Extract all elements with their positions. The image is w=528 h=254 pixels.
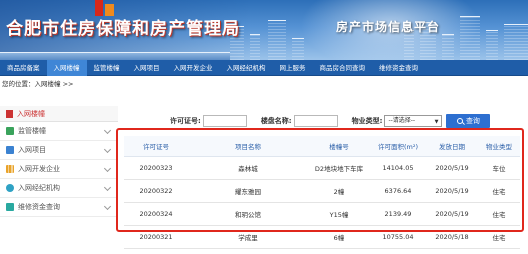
permit-label: 许可证号: [170, 117, 201, 125]
permit-input[interactable] [202, 115, 247, 127]
sidebar-item-developers[interactable]: 入网开发企业 [0, 160, 118, 179]
table-header-row: 许可证号 项目名称 楼幢号 许可面积(m²) 发放日期 物业类型 [124, 136, 520, 157]
column-header: 项目名称 [188, 136, 308, 157]
table-row[interactable]: 20200323 森林城 D2地块地下车库 14104.05 2020/5/19… [124, 156, 520, 180]
search-button-label: 查询 [465, 117, 480, 125]
permit-area-cell: 10755.04 [370, 225, 426, 249]
nav-item-developers[interactable]: 入网开发企业 [167, 60, 220, 76]
sidebar-item-label: 监管楼幢 [18, 127, 46, 135]
property-type-select[interactable]: --请选择-- ▼ [384, 115, 443, 127]
property-type-label: 物业类型: [351, 117, 383, 125]
sidebar-header[interactable]: 入网楼幢 [0, 106, 118, 122]
nav-item-maintenance-fund[interactable]: 维修资金查询 [372, 60, 425, 76]
property-type-selected: --请选择-- [388, 117, 416, 124]
chevron-down-icon [103, 126, 112, 135]
banner-subtitle: 房产市场信息平台 [336, 20, 441, 34]
agency-icon [6, 184, 14, 192]
table-row[interactable]: 20200322 耀东雅园 2幢 6376.64 2020/5/19 住宅 [124, 179, 520, 203]
project-name-cell[interactable]: 森林城 [188, 156, 308, 180]
sidebar: 入网楼幢 监管楼幢 入网项目 入网开发企业 入网经纪机构 维修资金查询 [0, 106, 118, 217]
column-header: 发放日期 [426, 136, 478, 157]
dropdown-arrow-icon: ▼ [434, 119, 439, 125]
issue-date-cell: 2020/5/19 [426, 179, 478, 203]
sidebar-item-supervised[interactable]: 监管楼幢 [0, 122, 118, 141]
issue-date-cell: 2020/5/19 [426, 202, 478, 226]
building-icon [6, 127, 14, 135]
sidebar-item-label: 维修资金查询 [18, 203, 60, 211]
sidebar-item-label: 入网开发企业 [18, 165, 60, 173]
nav-item-online-service[interactable]: 网上服务 [273, 60, 313, 76]
building-number-cell: 6幢 [308, 225, 370, 249]
issue-date-cell: 2020/5/19 [426, 156, 478, 180]
nav-item-supervised-buildings[interactable]: 监管楼幢 [87, 60, 127, 76]
bar-chart-icon [6, 165, 14, 173]
search-button[interactable]: 查询 [446, 114, 491, 128]
table-row[interactable]: 20200321 学成里 6幢 10755.04 2020/5/18 住宅 [124, 225, 520, 249]
banner-building [292, 38, 304, 60]
banner-building [250, 34, 260, 60]
permit-number-cell: 20200322 [124, 179, 188, 203]
nav-item-agencies[interactable]: 入网经纪机构 [220, 60, 273, 76]
chevron-down-icon [103, 202, 112, 211]
chevron-down-icon [103, 164, 112, 173]
column-header: 许可面积(m²) [370, 136, 426, 157]
property-type-cell: 住宅 [478, 225, 520, 249]
chevron-down-icon [103, 145, 112, 154]
breadcrumb: 您的位置：入网楼幢 >> [2, 80, 74, 88]
project-name-cell[interactable]: 学成里 [188, 225, 308, 249]
search-list-icon [6, 203, 14, 211]
banner-building [504, 24, 528, 60]
property-type-cell: 车位 [478, 156, 520, 180]
sidebar-header-label: 入网楼幢 [17, 109, 45, 118]
main-nav: 商品房备案 入网楼幢 监管楼幢 入网项目 入网开发企业 入网经纪机构 网上服务 … [0, 59, 528, 76]
home-icon [6, 146, 14, 154]
header-banner: 合肥市住房保障和房产管理局 房产市场信息平台 [0, 0, 528, 60]
nav-item-networked-projects[interactable]: 入网项目 [127, 60, 167, 76]
issue-date-cell: 2020/5/18 [426, 225, 478, 249]
project-name-cell[interactable]: 耀东雅园 [188, 179, 308, 203]
column-header: 许可证号 [124, 136, 188, 157]
building-number-cell: Y15幢 [308, 202, 370, 226]
banner-building [460, 16, 480, 60]
search-icon [456, 118, 463, 124]
permit-number-cell: 20200321 [124, 225, 188, 249]
property-type-cell: 住宅 [478, 202, 520, 226]
banner-title: 合肥市住房保障和房产管理局 [6, 19, 240, 39]
permit-number-cell: 20200324 [124, 202, 188, 226]
nav-item-presale-filing[interactable]: 商品房备案 [0, 60, 47, 76]
sidebar-item-label: 入网经纪机构 [18, 184, 60, 192]
column-header: 物业类型 [478, 136, 520, 157]
building-number-cell: 2幢 [308, 179, 370, 203]
column-header: 楼幢号 [308, 136, 370, 157]
property-type-cell: 住宅 [478, 179, 520, 203]
sidebar-item-projects[interactable]: 入网项目 [0, 141, 118, 160]
nav-item-contract-query[interactable]: 商品房合同查询 [313, 60, 373, 76]
sidebar-item-maintenance-fund[interactable]: 维修资金查询 [0, 198, 118, 217]
sidebar-item-label: 入网项目 [18, 146, 46, 154]
table-row[interactable]: 20200324 和玥公馆 Y15幢 2139.49 2020/5/19 住宅 [124, 202, 520, 226]
nav-item-networked-buildings[interactable]: 入网楼幢 [46, 59, 87, 76]
search-bar: 许可证号: 楼盘名称: 物业类型: --请选择-- ▼ 查询 [170, 114, 491, 128]
permit-number-cell: 20200323 [124, 156, 188, 180]
banner-building [486, 30, 498, 60]
project-name-input[interactable] [293, 115, 338, 127]
chevron-down-icon [103, 183, 112, 192]
banner-building [442, 34, 454, 60]
results-table: 许可证号 项目名称 楼幢号 许可面积(m²) 发放日期 物业类型 2020032… [124, 136, 520, 249]
permit-area-cell: 14104.05 [370, 156, 426, 180]
sidebar-item-agencies[interactable]: 入网经纪机构 [0, 179, 118, 198]
banner-building [268, 20, 286, 60]
building-icon [6, 109, 13, 118]
permit-area-cell: 6376.64 [370, 179, 426, 203]
building-number-cell: D2地块地下车库 [308, 156, 370, 180]
project-name-label: 楼盘名称: [260, 117, 292, 125]
project-name-cell[interactable]: 和玥公馆 [188, 202, 308, 226]
permit-area-cell: 2139.49 [370, 202, 426, 226]
